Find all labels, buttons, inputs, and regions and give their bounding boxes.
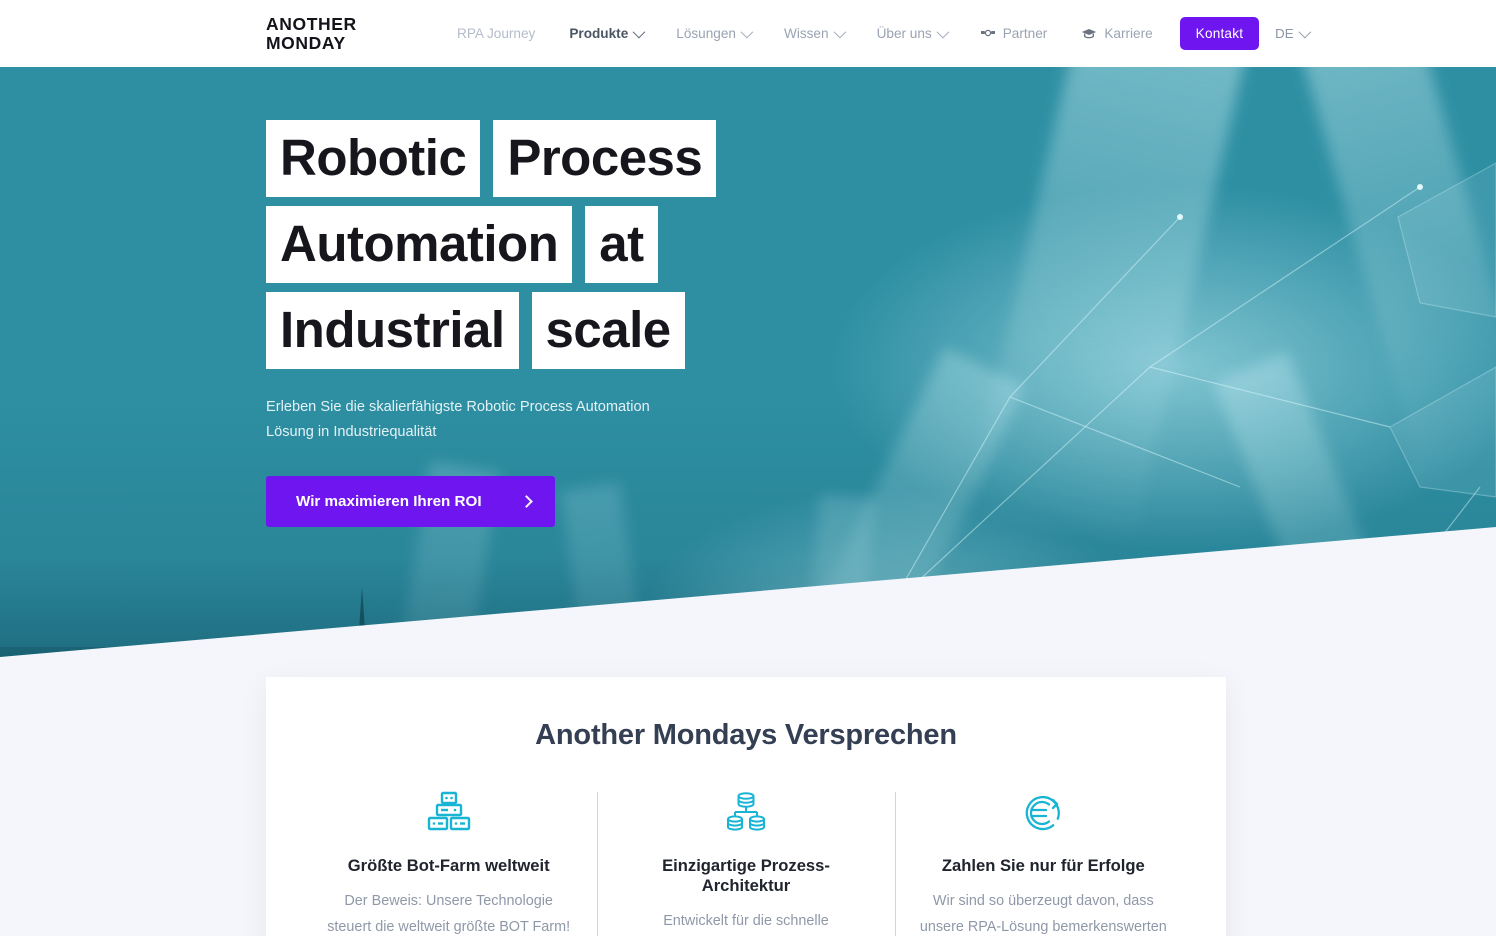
- headline-word: Robotic: [266, 120, 481, 197]
- headline-word: Process: [493, 120, 717, 197]
- nav-label: Wissen: [783, 26, 829, 41]
- nav-label: RPA Journey: [457, 26, 536, 41]
- nav-label: Produkte: [569, 26, 629, 41]
- promise-column: Größte Bot-Farm weltweit Der Beweis: Uns…: [300, 790, 597, 936]
- promise-columns: Größte Bot-Farm weltweit Der Beweis: Uns…: [300, 790, 1192, 936]
- promise-body: Wir sind so überzeugt davon, dass unsere…: [919, 893, 1167, 935]
- promise-column: Einzigartige Prozess-Architektur Entwick…: [597, 790, 894, 936]
- promise-body: Der Beweis: Unsere Technologie steuert d…: [327, 893, 571, 935]
- nav-item-ueber-uns[interactable]: Über uns: [860, 0, 963, 67]
- site-header: ANOTHER MONDAY RPA Journey Produkte Lösu…: [0, 0, 1496, 67]
- server-stack-icon: [322, 790, 575, 836]
- nav-item-rpa-journey[interactable]: RPA Journey: [440, 0, 552, 67]
- nav-item-partner[interactable]: Partner: [963, 0, 1065, 67]
- maximize-roi-cta-button[interactable]: Wir maximieren Ihren ROI: [266, 476, 555, 527]
- nav-item-loesungen[interactable]: Lösungen: [659, 0, 767, 67]
- promise-body: Entwickelt für die schnelle Bereitstellu…: [663, 913, 829, 929]
- promise-heading: Größte Bot-Farm weltweit: [347, 856, 550, 875]
- nav-item-karriere[interactable]: Karriere: [1064, 0, 1169, 67]
- brand-logo-line1: ANOTHER: [266, 14, 357, 34]
- chevron-down-icon: [833, 25, 846, 39]
- brand-logo-line2: MONDAY: [266, 32, 346, 53]
- main-navigation: RPA Journey Produkte Lösungen Wissen Übe…: [440, 0, 1311, 67]
- chevron-down-icon: [632, 25, 646, 39]
- nav-label: Über uns: [876, 26, 932, 41]
- cta-label: Wir maximieren Ihren ROI: [296, 493, 482, 510]
- nav-item-wissen[interactable]: Wissen: [767, 0, 860, 67]
- euro-refresh-icon: [917, 790, 1170, 836]
- chevron-down-icon: [740, 25, 754, 39]
- chevron-down-icon: [936, 25, 950, 39]
- chevron-down-icon: [1298, 25, 1311, 39]
- promise-heading: Einzigartige Prozess-Architektur: [662, 856, 830, 895]
- promise-column: Zahlen Sie nur für Erfolge Wir sind so ü…: [894, 790, 1192, 936]
- hero-content: Robotic Process Automation at Industrial…: [266, 120, 986, 527]
- language-label: DE: [1275, 26, 1294, 41]
- nav-label: Partner: [1002, 26, 1048, 41]
- chevron-right-icon: [519, 495, 533, 508]
- database-tree-icon: [619, 790, 872, 836]
- headline-word: Automation: [266, 206, 573, 283]
- promise-heading: Zahlen Sie nur für Erfolge: [941, 856, 1145, 875]
- hero-subtitle: Erleben Sie die skalierfähigste Robotic …: [266, 399, 650, 440]
- contact-button[interactable]: Kontakt: [1179, 17, 1260, 50]
- handshake-icon: [980, 27, 996, 40]
- nav-label: Karriere: [1104, 26, 1153, 41]
- headline-word: scale: [531, 292, 685, 369]
- promise-card: Another Mondays Versprechen Größte Bot-F…: [266, 677, 1226, 936]
- page-root: Robotic Process Automation at Industrial…: [0, 0, 1496, 936]
- hero-headline: Robotic Process Automation at Industrial…: [266, 120, 736, 369]
- graduation-cap-icon: [1081, 27, 1097, 40]
- language-selector[interactable]: DE: [1275, 25, 1311, 41]
- promise-section-title: Another Mondays Versprechen: [535, 719, 957, 751]
- headline-word: Industrial: [266, 292, 519, 369]
- brand-logo[interactable]: ANOTHER MONDAY: [266, 15, 357, 52]
- nav-item-produkte[interactable]: Produkte: [552, 0, 659, 67]
- nav-label: Lösungen: [676, 26, 736, 41]
- headline-word: at: [585, 206, 658, 283]
